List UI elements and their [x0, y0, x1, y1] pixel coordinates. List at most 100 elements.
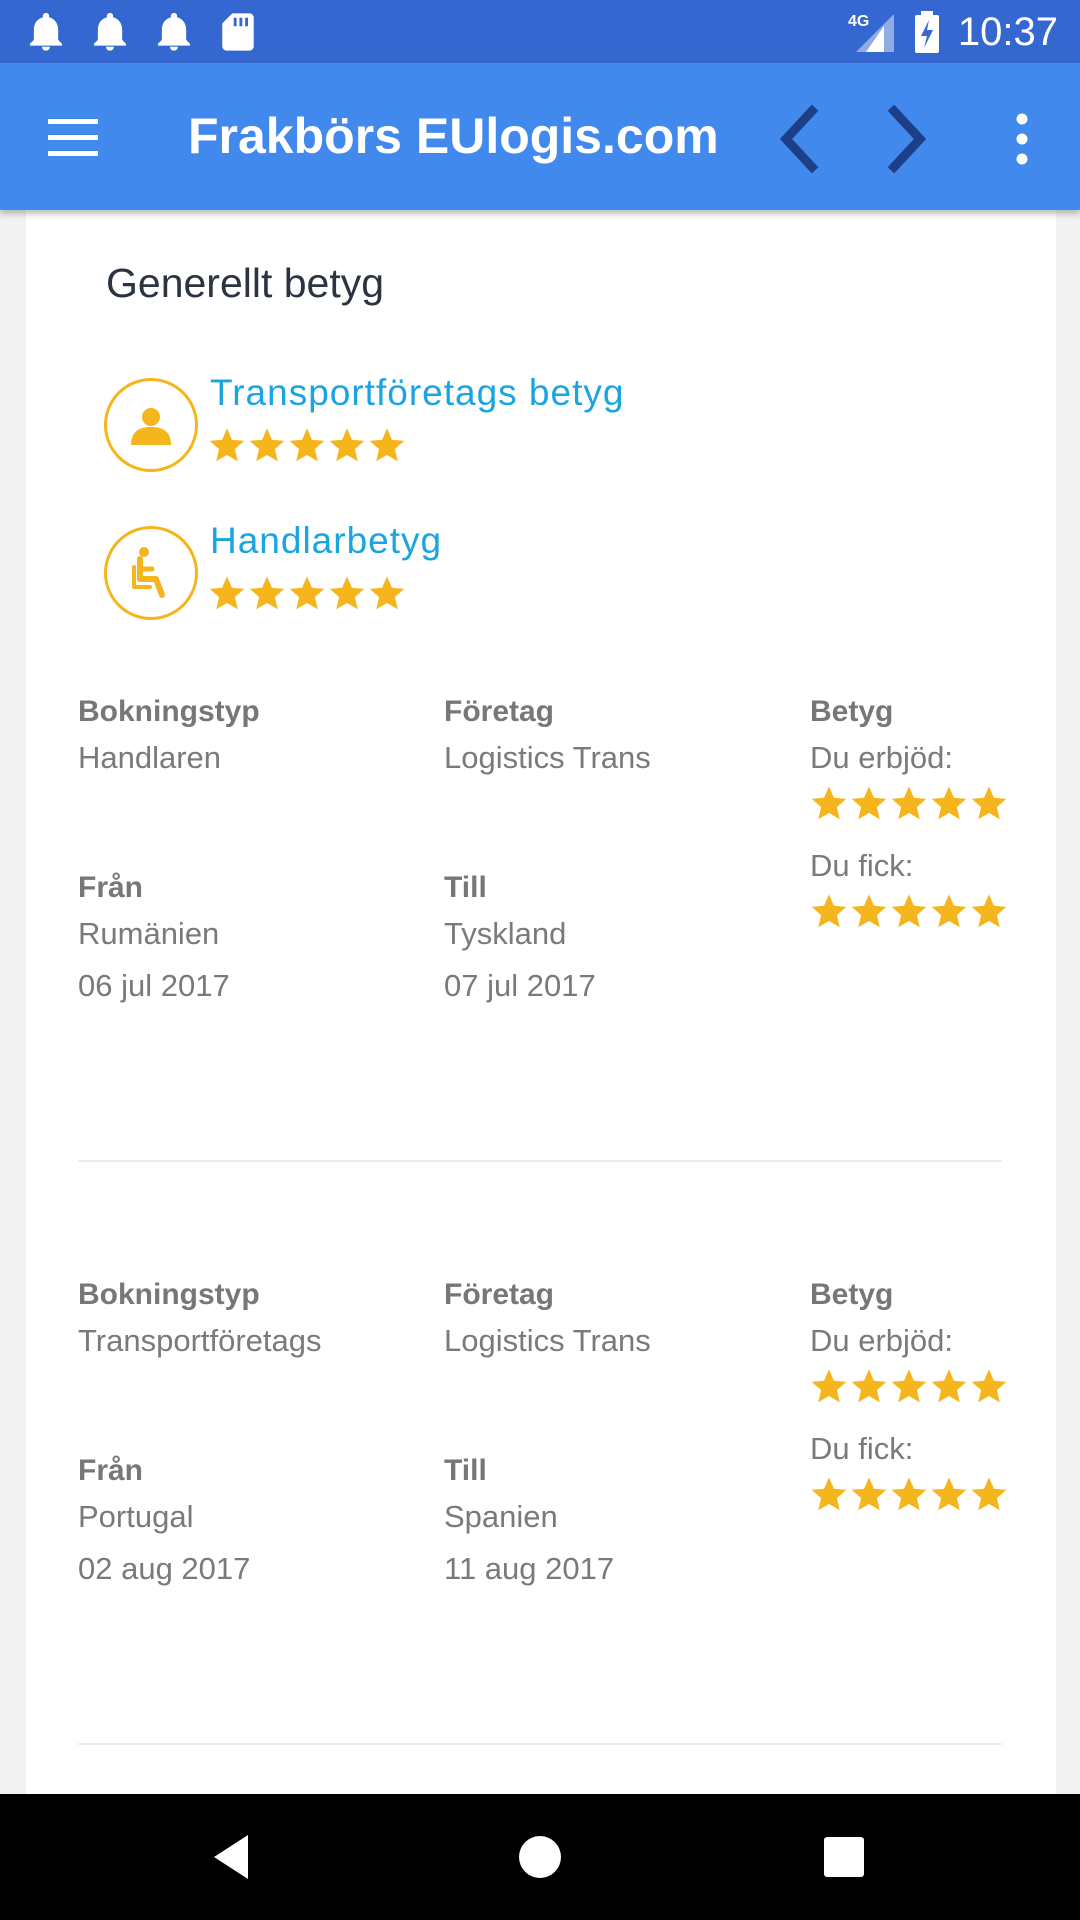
- to-label: Till: [444, 871, 487, 904]
- company-label: Företag: [444, 695, 555, 728]
- status-bar-system: 4G 10:37: [846, 6, 1058, 58]
- chevron-left-icon: [779, 104, 819, 174]
- from-column: Från Rumänien 06 jul 2017: [78, 868, 230, 1012]
- carrier-rating-row[interactable]: Transportföretags betyg: [104, 372, 804, 478]
- offered-rating-stars: [810, 1367, 1008, 1421]
- star-icon: [851, 894, 887, 928]
- nav-home-button[interactable]: [510, 1827, 570, 1887]
- status-bar: 4G 10:37: [0, 0, 1080, 63]
- star-icon: [851, 786, 887, 820]
- star-icon: [209, 428, 245, 462]
- star-icon: [971, 1477, 1007, 1511]
- from-label: Från: [78, 871, 144, 904]
- from-column: Från Portugal 02 aug 2017: [78, 1451, 250, 1595]
- star-icon: [811, 786, 847, 820]
- received-rating-label: Du fick:: [810, 1431, 914, 1466]
- status-time: 10:37: [957, 9, 1058, 54]
- company-label: Företag: [444, 1278, 555, 1311]
- from-label: Från: [78, 1454, 144, 1487]
- carrier-rating-label[interactable]: Transportföretags betyg: [210, 372, 624, 414]
- star-icon: [369, 428, 405, 462]
- received-rating-stars: [810, 1475, 1008, 1513]
- menu-icon: [48, 119, 98, 156]
- from-place: Rumänien: [78, 916, 220, 951]
- back-button[interactable]: [768, 99, 828, 179]
- star-icon: [931, 786, 967, 820]
- booking-type-column: Bokningstyp Transportföretags: [78, 1275, 322, 1367]
- back-triangle-icon: [214, 1835, 248, 1879]
- carrier-rating-stars: [208, 426, 406, 464]
- recents-square-icon: [824, 1837, 864, 1877]
- star-icon: [289, 428, 325, 462]
- more-vert-icon: [1016, 113, 1028, 165]
- to-label: Till: [444, 1454, 487, 1487]
- star-icon: [811, 1369, 847, 1403]
- booking-divider: [78, 1160, 1002, 1162]
- booking-type-label: Bokningstyp: [78, 1278, 260, 1311]
- received-rating-stars: [810, 892, 1008, 930]
- rating-label: Betyg: [810, 1278, 894, 1311]
- notification-bell-icon: [30, 12, 62, 51]
- star-icon: [369, 576, 405, 610]
- nav-recents-button[interactable]: [814, 1827, 874, 1887]
- app-title: Frakbörs EUlogis.com: [188, 108, 719, 164]
- to-date: 11 aug 2017: [444, 1551, 615, 1586]
- star-icon: [891, 1369, 927, 1403]
- more-options-button[interactable]: [1000, 107, 1044, 171]
- signal-icon: 4G: [848, 13, 894, 52]
- notification-bell-icon: [158, 12, 190, 51]
- booking-type-value: Handlaren: [78, 740, 222, 775]
- from-date: 02 aug 2017: [78, 1551, 251, 1586]
- booking-entry[interactable]: Bokningstyp Handlaren Företag Logistics …: [78, 692, 1008, 1162]
- to-column: Till Spanien 11 aug 2017: [444, 1451, 614, 1595]
- star-icon: [289, 576, 325, 610]
- rating-column: Betyg Du erbjöd: Du fick:: [810, 1275, 1008, 1513]
- star-icon: [811, 1477, 847, 1511]
- app-bar: Frakbörs EUlogis.com: [0, 63, 1080, 210]
- star-icon: [811, 894, 847, 928]
- booking-type-value: Transportföretags: [78, 1323, 322, 1358]
- trader-rating-stars: [208, 574, 406, 612]
- nav-back-button[interactable]: [206, 1827, 266, 1887]
- content-card: Generellt betyg Transportföretags betyg …: [26, 210, 1056, 1794]
- to-place: Tyskland: [444, 916, 567, 951]
- trader-rating-row[interactable]: Handlarbetyg: [104, 520, 804, 626]
- to-column: Till Tyskland 07 jul 2017: [444, 868, 596, 1012]
- person-icon: [131, 408, 171, 445]
- offered-rating-label: Du erbjöd:: [810, 740, 954, 775]
- star-icon: [971, 786, 1007, 820]
- booking-type-label: Bokningstyp: [78, 695, 260, 728]
- star-icon: [851, 1369, 887, 1403]
- home-circle-icon: [519, 1836, 561, 1878]
- star-icon: [209, 576, 245, 610]
- section-title: Generellt betyg: [106, 260, 385, 306]
- notification-bell-icon: [94, 12, 126, 51]
- star-icon: [931, 1477, 967, 1511]
- company-value: Logistics Trans: [444, 740, 651, 775]
- booking-entry[interactable]: Bokningstyp Transportföretags Företag Lo…: [78, 1275, 1008, 1745]
- battery-charging-icon: [914, 11, 939, 53]
- booking-type-column: Bokningstyp Handlaren: [78, 692, 260, 784]
- star-icon: [249, 428, 285, 462]
- status-bar-notifications: [28, 12, 256, 52]
- forward-button[interactable]: [878, 99, 938, 179]
- trader-avatar: [104, 526, 198, 620]
- star-icon: [329, 576, 365, 610]
- menu-button[interactable]: [38, 107, 108, 167]
- to-place: Spanien: [444, 1499, 558, 1534]
- trader-rating-label[interactable]: Handlarbetyg: [210, 520, 442, 562]
- star-icon: [249, 576, 285, 610]
- offered-rating-label: Du erbjöd:: [810, 1323, 954, 1358]
- booking-divider: [78, 1743, 1002, 1745]
- seated-person-icon: [132, 547, 165, 598]
- system-navigation-bar: [0, 1794, 1080, 1920]
- from-place: Portugal: [78, 1499, 194, 1534]
- received-rating-label: Du fick:: [810, 848, 914, 883]
- offered-rating-stars: [810, 784, 1008, 838]
- company-value: Logistics Trans: [444, 1323, 651, 1358]
- star-icon: [891, 894, 927, 928]
- from-date: 06 jul 2017: [78, 968, 230, 1003]
- star-icon: [971, 1369, 1007, 1403]
- chevron-right-icon: [887, 104, 927, 174]
- rating-label: Betyg: [810, 695, 894, 728]
